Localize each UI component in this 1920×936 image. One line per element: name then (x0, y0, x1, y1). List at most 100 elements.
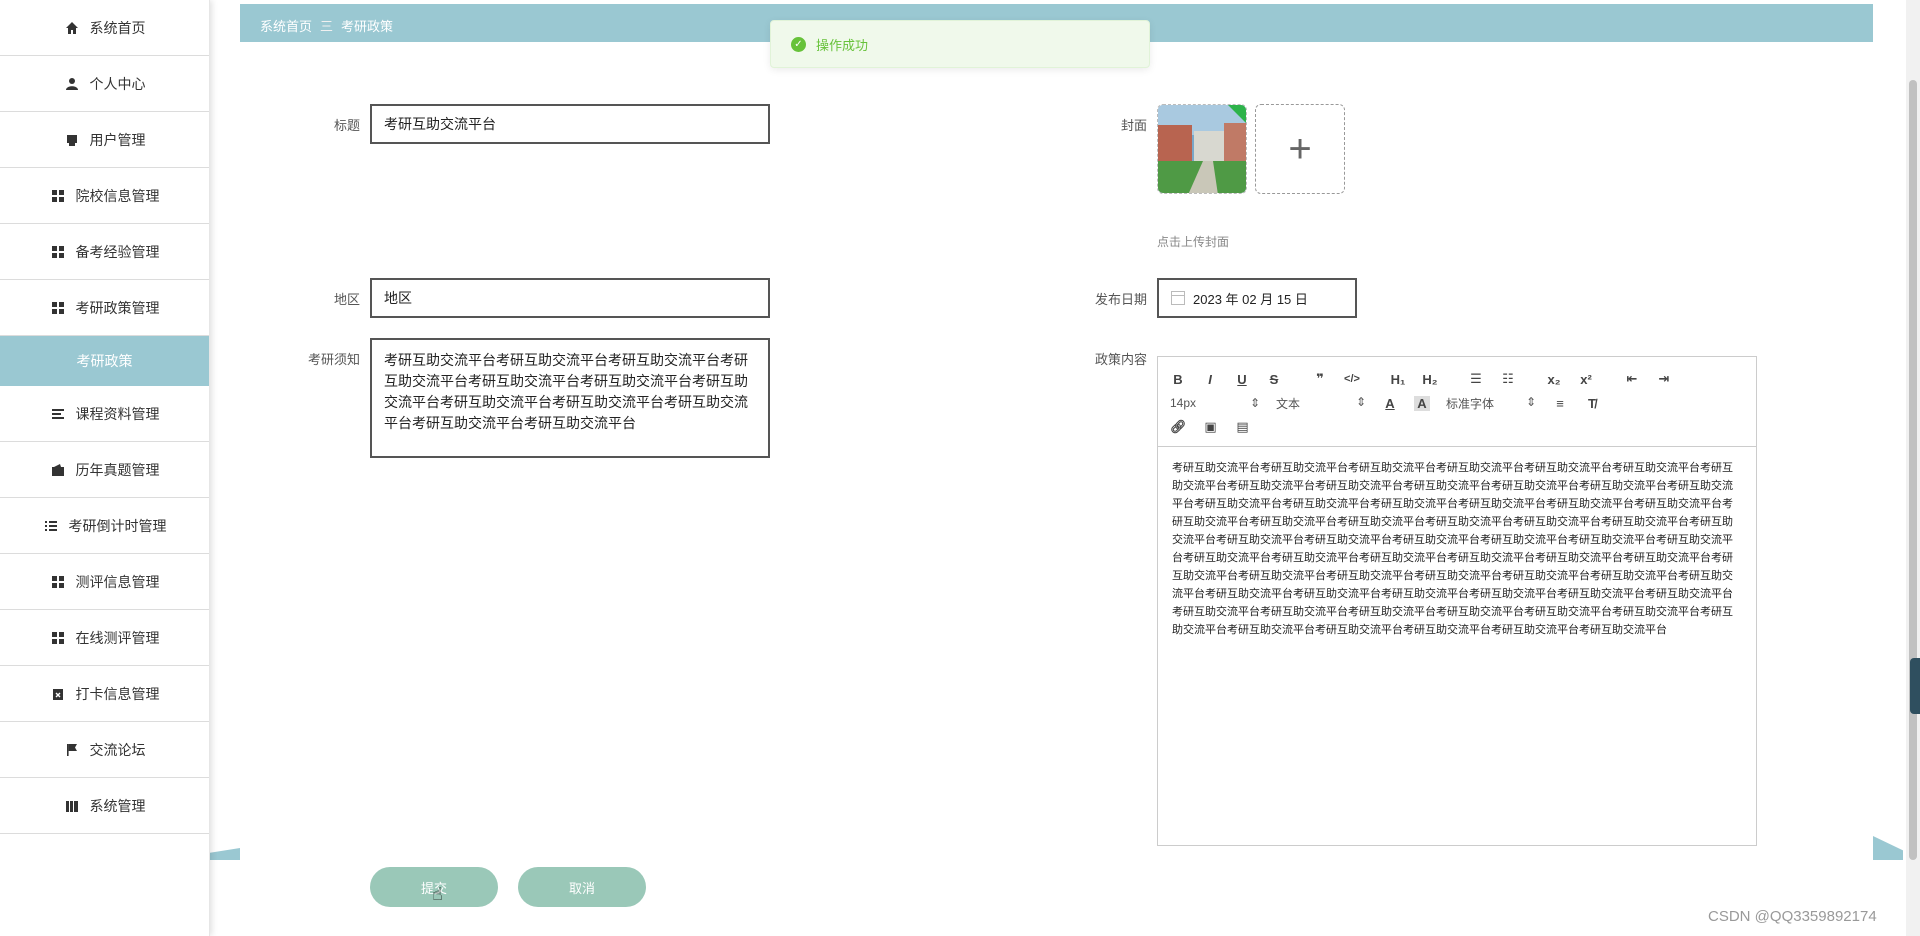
breadcrumb: 系统首页 三 考研政策 (260, 16, 393, 35)
notice-label: 考研须知 (307, 352, 360, 367)
date-picker[interactable]: 2023 年 02 月 15 日 (1157, 278, 1357, 318)
sidebar-item-online-evaluation[interactable]: 在线测评管理 (0, 610, 209, 666)
bullet-list-icon[interactable]: ☷ (1500, 371, 1516, 387)
strike-button[interactable]: S (1266, 372, 1282, 387)
sidebar-item-checkin[interactable]: 打卡信息管理 (0, 666, 209, 722)
sidebar-item-schools[interactable]: 院校信息管理 (0, 168, 209, 224)
sidebar-item-label: 备考经验管理 (75, 243, 160, 260)
sidebar-item-label: 测评信息管理 (75, 573, 160, 590)
select-arrow-icon: ⇕ (1525, 394, 1536, 409)
font-size-select[interactable]: 14px ⇕ (1170, 396, 1260, 410)
sidebar-item-countdown[interactable]: 考研倒计时管理 (0, 498, 209, 554)
sidebar-item-label: 考研倒计时管理 (68, 517, 167, 534)
sidebar-item-past-exams[interactable]: 历年真题管理 (0, 442, 209, 498)
editor-content[interactable]: 考研互助交流平台考研互助交流平台考研互助交流平台考研互助交流平台考研互助交流平台… (1158, 447, 1756, 651)
heading-1-button[interactable]: H₁ (1390, 372, 1406, 387)
subscript-button[interactable]: x₂ (1546, 372, 1562, 387)
sidebar-item-label: 交流论坛 (89, 741, 146, 758)
clear-format-icon[interactable]: T̸ (1584, 396, 1600, 411)
sidebar-item-label: 个人中心 (89, 75, 146, 92)
date-label: 发布日期 (1094, 292, 1147, 307)
cancel-button[interactable]: 取消 (518, 867, 646, 907)
select-arrow-icon: ⇕ (1355, 394, 1366, 409)
sidebar-item-label: 系统管理 (89, 797, 146, 814)
sidebar-item-profile[interactable]: 个人中心 (0, 56, 209, 112)
region-input[interactable]: 地区 (370, 278, 770, 318)
user-icon (64, 76, 80, 92)
video-icon[interactable]: ▤ (1235, 419, 1251, 435)
rich-text-editor: B I U S ❞ </> H₁ H₂ ☰ ☷ x₂ x² ⇤ ⇥ 14px ⇕ … (1157, 356, 1757, 846)
sidebar-item-label: 系统首页 (89, 19, 146, 36)
outdent-icon[interactable]: ⇤ (1624, 371, 1640, 387)
title-label: 标题 (333, 118, 360, 133)
sidebar-item-policy[interactable]: 考研政策 (0, 336, 209, 386)
title-input[interactable]: 考研互助交流平台 (370, 104, 770, 144)
home-icon (64, 20, 80, 36)
heading-2-button[interactable]: H₂ (1422, 372, 1438, 387)
format-select[interactable]: 文本 ⇕ (1276, 395, 1366, 412)
image-icon[interactable]: ▣ (1203, 419, 1219, 435)
cover-label: 封面 (1120, 118, 1147, 133)
success-toast: ✓ 操作成功 (770, 20, 1150, 68)
side-tab[interactable] (1910, 658, 1920, 714)
sidebar-item-label: 打卡信息管理 (75, 685, 160, 702)
sidebar: 系统首页 个人中心 用户管理 院校信息管理 备考经验管理 考研政策管理 考研政策… (0, 0, 210, 936)
code-block-button[interactable]: </> (1344, 373, 1360, 385)
sidebar-item-users[interactable]: 用户管理 (0, 112, 209, 168)
breadcrumb-home[interactable]: 系统首页 (260, 16, 312, 35)
grid-icon (50, 630, 66, 646)
list-icon (50, 406, 66, 422)
watermark: CSDN @QQ3359892174 (1708, 908, 1877, 925)
indent-icon[interactable]: ⇥ (1656, 371, 1672, 387)
calendar-icon (1171, 291, 1185, 305)
region-label: 地区 (333, 292, 360, 307)
toast-message: 操作成功 (816, 37, 869, 53)
sidebar-item-label: 用户管理 (89, 131, 146, 148)
sidebar-item-label: 考研政策管理 (75, 299, 160, 316)
sidebar-item-system[interactable]: 系统管理 (0, 778, 209, 834)
bold-button[interactable]: B (1170, 372, 1186, 387)
ordered-list-icon[interactable]: ☰ (1468, 371, 1484, 387)
sidebar-item-label: 考研政策 (76, 353, 133, 369)
add-cover-button[interactable]: + (1255, 104, 1345, 194)
check-circle-icon: ✓ (791, 36, 806, 52)
editor-toolbar: B I U S ❞ </> H₁ H₂ ☰ ☷ x₂ x² ⇤ ⇥ 14px ⇕ … (1158, 357, 1756, 447)
sidebar-item-experience[interactable]: 备考经验管理 (0, 224, 209, 280)
sidebar-item-evaluation-info[interactable]: 测评信息管理 (0, 554, 209, 610)
superscript-button[interactable]: x² (1578, 372, 1594, 387)
background-color-icon[interactable]: A (1414, 395, 1430, 411)
scroll-thumb[interactable] (1909, 80, 1917, 860)
cover-hint: 点击上传封面 (1157, 235, 1230, 249)
sidebar-item-label: 院校信息管理 (75, 187, 160, 204)
grid-icon (50, 188, 66, 204)
select-arrow-icon: ⇕ (1249, 396, 1260, 410)
link-icon[interactable]: 🔗︎ (1170, 419, 1187, 435)
sidebar-item-label: 在线测评管理 (75, 629, 160, 646)
scrollbar[interactable] (1906, 0, 1920, 936)
font-color-icon[interactable]: A (1382, 396, 1398, 411)
notice-textarea[interactable]: 考研互助交流平台考研互助交流平台考研互助交流平台考研互助交流平台考研互助交流平台… (370, 338, 770, 458)
sidebar-item-policy-management[interactable]: 考研政策管理 (0, 280, 209, 336)
book-icon (64, 798, 80, 814)
flag-icon (64, 742, 80, 758)
align-icon[interactable]: ≡ (1552, 396, 1568, 411)
decorative-wave (210, 848, 240, 860)
decorative-wave (1873, 836, 1903, 860)
printer-icon (64, 132, 80, 148)
sidebar-item-forum[interactable]: 交流论坛 (0, 722, 209, 778)
underline-button[interactable]: U (1234, 372, 1250, 387)
format-value: 文本 (1276, 396, 1301, 411)
list-indent-icon (43, 518, 59, 534)
sidebar-item-home[interactable]: 系统首页 (0, 0, 209, 56)
sidebar-item-courses[interactable]: 课程资料管理 (0, 386, 209, 442)
grid-icon (50, 574, 66, 590)
sidebar-item-label: 课程资料管理 (75, 405, 160, 422)
blockquote-button[interactable]: ❞ (1312, 371, 1328, 387)
plus-icon: + (1288, 126, 1312, 171)
italic-button[interactable]: I (1202, 372, 1218, 387)
content-label: 政策内容 (1094, 352, 1147, 367)
grid-icon (50, 244, 66, 260)
cover-image[interactable] (1157, 104, 1247, 194)
font-family-value: 标准字体 (1446, 396, 1495, 411)
font-family-select[interactable]: 标准字体 ⇕ (1446, 395, 1536, 412)
